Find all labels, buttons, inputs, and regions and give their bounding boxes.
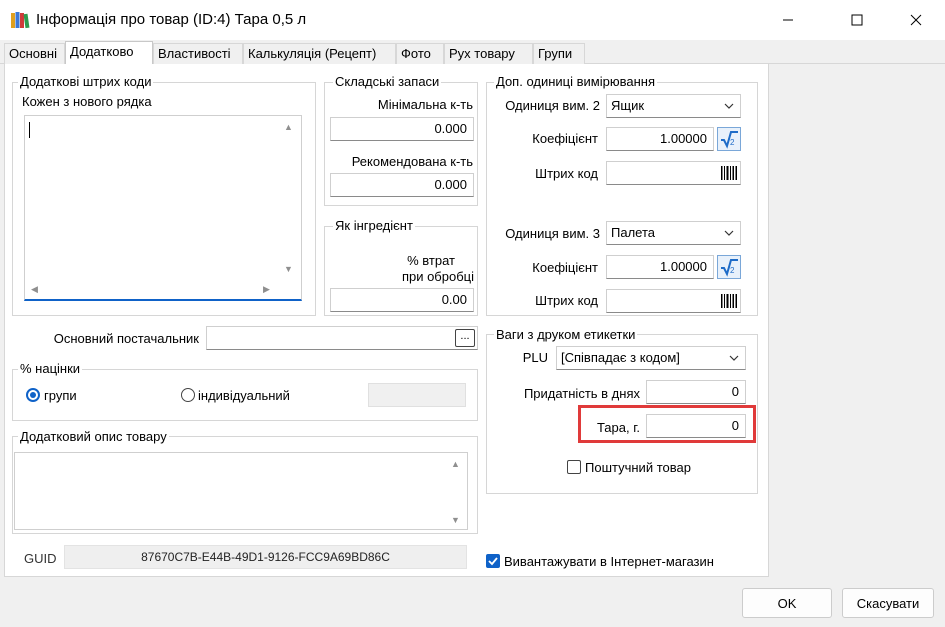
guid-label: GUID: [24, 551, 57, 566]
coef3-input[interactable]: 1.00000: [606, 255, 714, 279]
ok-button[interactable]: OK: [742, 588, 832, 618]
description-legend: Додатковий опис товару: [18, 429, 169, 444]
rec-qty-label: Рекомендована к-ть: [351, 154, 473, 169]
markup-value-input: [368, 383, 466, 407]
window-title: Інформація про товар (ID:4) Тара 0,5 л: [36, 11, 307, 28]
maximize-icon: [851, 14, 863, 26]
unit2-label: Одиниця вим. 2: [505, 98, 600, 113]
description-textarea[interactable]: ▲ ▼: [14, 452, 468, 530]
tab-calculation[interactable]: Калькуляція (Рецепт): [243, 43, 396, 64]
tab-properties[interactable]: Властивості: [153, 43, 243, 64]
tab-groups[interactable]: Групи: [533, 43, 585, 64]
guid-value: 87670C7B-E44B-49D1-9126-FCC9A69BD86C: [64, 545, 467, 569]
markup-legend: % націнки: [18, 361, 83, 376]
supplier-input[interactable]: [206, 326, 478, 350]
sqrt-calc-button[interactable]: 2: [717, 127, 741, 151]
markup-group-label[interactable]: групи: [44, 388, 77, 403]
markup-individual-radio[interactable]: [181, 388, 195, 402]
shelf-life-input[interactable]: 0: [646, 380, 746, 404]
tab-additional[interactable]: Додатково: [65, 41, 153, 65]
markup-individual-label[interactable]: індивідуальний: [198, 388, 290, 403]
scroll-up-arrow-icon[interactable]: ▲: [451, 459, 460, 469]
piece-goods-checkbox[interactable]: [567, 460, 581, 474]
close-icon: [910, 14, 922, 26]
scroll-down-arrow-icon[interactable]: ▼: [284, 264, 293, 274]
min-qty-label: Мінімальна к-ть: [377, 97, 473, 112]
loss-label-line1: % втрат: [407, 253, 455, 268]
barcode3-label: Штрих код: [535, 293, 598, 308]
svg-text:2: 2: [730, 138, 735, 147]
plu-value: [Співпадає з кодом]: [561, 350, 680, 365]
tare-label: Тара, г.: [596, 420, 640, 435]
tare-input[interactable]: 0: [646, 414, 746, 438]
ingredient-legend: Як інгредієнт: [333, 218, 415, 233]
piece-goods-label[interactable]: Поштучний товар: [585, 460, 691, 475]
barcode-icon[interactable]: [720, 293, 738, 309]
coef2-label: Коефіцієнт: [532, 131, 598, 146]
scales-legend: Ваги з друком етикетки: [494, 327, 638, 342]
sqrt-calc-button[interactable]: 2: [717, 255, 741, 279]
barcodes-hint: Кожен з нового рядка: [22, 94, 152, 109]
supplier-browse-button[interactable]: ...: [455, 329, 475, 347]
loss-label-line2: при обробці: [401, 269, 474, 284]
export-checkbox[interactable]: [486, 554, 500, 568]
chevron-down-icon: [724, 103, 734, 109]
text-cursor: [29, 122, 30, 138]
rec-qty-input[interactable]: 0.000: [330, 173, 474, 197]
check-icon: [488, 557, 498, 566]
unit3-value: Палета: [611, 225, 655, 240]
unit2-value: Ящик: [611, 98, 645, 113]
maximize-button[interactable]: [834, 0, 880, 40]
barcodes-legend: Додаткові штрих коди: [18, 74, 154, 89]
scroll-right-arrow-icon[interactable]: ▶: [263, 284, 270, 295]
stock-legend: Складські запаси: [333, 74, 442, 89]
tab-photo[interactable]: Фото: [396, 43, 444, 64]
cancel-button[interactable]: Скасувати: [842, 588, 934, 618]
unit3-select[interactable]: Палета: [606, 221, 741, 245]
barcodes-textarea[interactable]: ▲ ▼ ◀ ▶: [24, 115, 302, 301]
coef2-input[interactable]: 1.00000: [606, 127, 714, 151]
unit2-select[interactable]: Ящик: [606, 94, 741, 118]
barcode2-label: Штрих код: [535, 166, 598, 181]
chevron-down-icon: [729, 355, 739, 361]
shelf-life-label: Придатність в днях: [523, 386, 640, 401]
unit3-label: Одиниця вим. 3: [505, 226, 600, 241]
coef3-label: Коефіцієнт: [532, 260, 598, 275]
scroll-down-arrow-icon[interactable]: ▼: [451, 515, 460, 525]
units-legend: Доп. одиниці вимірювання: [494, 74, 657, 89]
tab-main[interactable]: Основні: [4, 43, 65, 64]
svg-text:2: 2: [730, 266, 735, 275]
scroll-up-arrow-icon[interactable]: ▲: [284, 122, 293, 132]
plu-label: PLU: [522, 350, 548, 365]
tab-movement[interactable]: Рух товару: [444, 43, 533, 64]
barcode-icon[interactable]: [720, 165, 738, 181]
minimize-button[interactable]: [765, 0, 811, 40]
scroll-left-arrow-icon[interactable]: ◀: [31, 284, 38, 295]
square-root-icon: 2: [721, 259, 738, 277]
square-root-icon: 2: [721, 131, 738, 149]
markup-group-radio[interactable]: [26, 388, 40, 402]
ellipsis-icon: ...: [460, 330, 470, 342]
plu-select[interactable]: [Співпадає з кодом]: [556, 346, 746, 370]
export-label[interactable]: Вивантажувати в Інтернет-магазин: [504, 554, 714, 569]
supplier-label: Основний постачальник: [53, 331, 199, 346]
minimize-icon: [783, 19, 793, 21]
close-button[interactable]: [893, 0, 939, 40]
min-qty-input[interactable]: 0.000: [330, 117, 474, 141]
app-books-icon: [11, 12, 30, 29]
loss-input[interactable]: 0.00: [330, 288, 474, 312]
chevron-down-icon: [724, 230, 734, 236]
